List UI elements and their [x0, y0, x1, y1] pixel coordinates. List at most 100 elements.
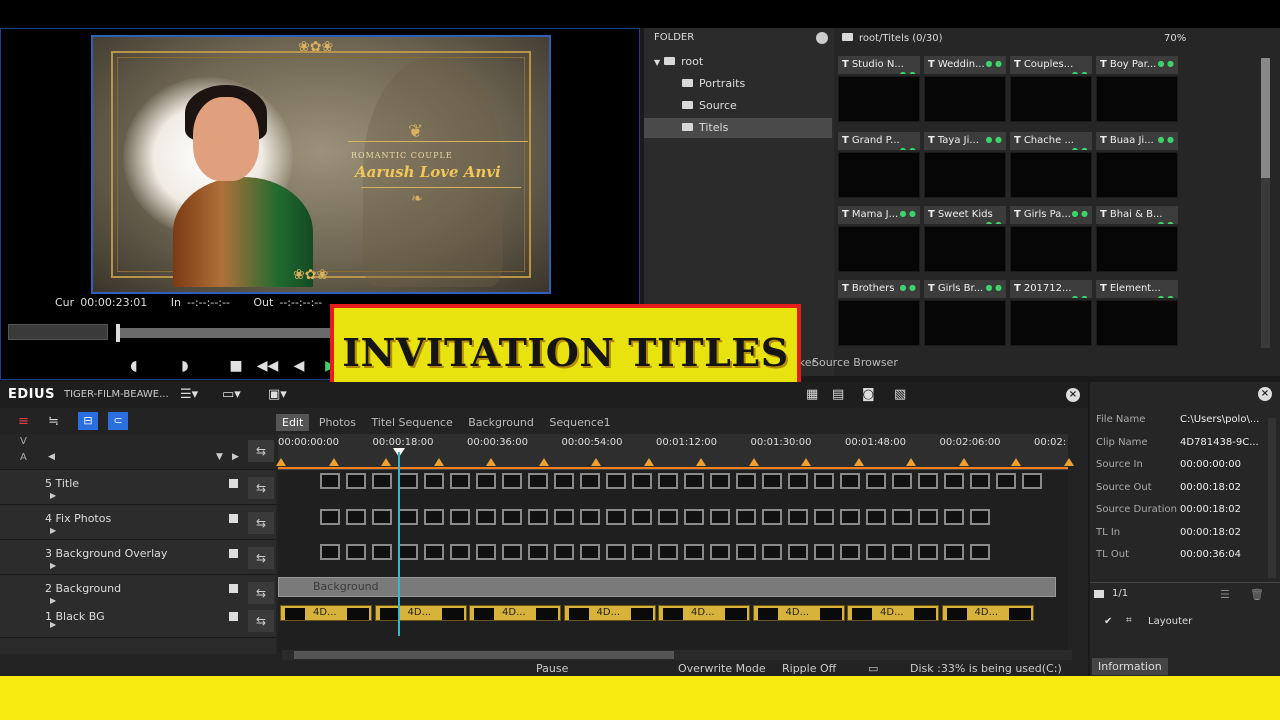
clip-marker[interactable] — [433, 458, 444, 466]
black-bg-clip[interactable]: 4D... — [941, 605, 1034, 621]
timeline-clip[interactable] — [398, 509, 418, 525]
black-bg-clip[interactable]: 4D... — [847, 605, 939, 621]
timeline-clip[interactable] — [372, 473, 392, 489]
capture-icon[interactable]: ◙ — [862, 387, 875, 402]
timeline-clip[interactable] — [736, 544, 756, 560]
track-head-fix-photos[interactable]: 4 Fix Photos ▶ ⇆ — [0, 506, 276, 540]
sync-toggle-icon[interactable]: ⇆ — [248, 512, 274, 534]
sync-icon[interactable]: ⊟ — [78, 412, 98, 430]
bin-clip[interactable]: TStudio N...● ● — [838, 56, 920, 126]
audio-mixer-icon[interactable]: ▤ — [832, 387, 844, 402]
bin-clip[interactable]: T Mama J... ● ● — [838, 206, 920, 276]
snap-icon[interactable]: ⊂ — [108, 412, 128, 430]
bin-clip[interactable]: T Brothers ● ● — [838, 280, 920, 350]
timeline-clip[interactable] — [346, 473, 366, 489]
render-icon[interactable]: ▧ — [894, 387, 906, 402]
timeline-clip[interactable] — [346, 509, 366, 525]
timeline-clip[interactable] — [970, 509, 990, 525]
timeline-clip[interactable] — [606, 544, 626, 560]
clip-marker[interactable] — [643, 458, 654, 466]
timeline-clip[interactable] — [658, 544, 678, 560]
clip-marker[interactable] — [276, 458, 286, 466]
bin-clip[interactable]: TGrand P...● ● — [838, 132, 920, 202]
timeline-clip[interactable] — [632, 509, 652, 525]
timeline-clip[interactable] — [372, 544, 392, 560]
ripple-icon[interactable]: ≒ — [48, 414, 59, 429]
timeline-clip[interactable] — [866, 544, 886, 560]
black-bg-clip[interactable]: 4D... — [280, 605, 372, 621]
sync-toggle-icon[interactable]: ⇆ — [248, 547, 274, 569]
tab-source-browser[interactable]: Source Browser — [812, 356, 898, 369]
timeline-clip[interactable] — [788, 544, 808, 560]
info-scrollbar[interactable] — [1268, 418, 1276, 578]
timeline-clip[interactable] — [918, 544, 938, 560]
tab-information[interactable]: Information — [1092, 658, 1168, 675]
timeline-clip[interactable] — [684, 473, 704, 489]
timeline-clip[interactable] — [554, 509, 574, 525]
track-lock[interactable] — [229, 549, 238, 558]
timeline-clip[interactable] — [346, 544, 366, 560]
timeline-clip[interactable] — [554, 544, 574, 560]
timeline-clip[interactable] — [788, 509, 808, 525]
bin-clip[interactable]: TElement...● ● — [1096, 280, 1178, 350]
bin-clip[interactable]: T Boy Par... ● ● — [1096, 56, 1178, 126]
tab-background[interactable]: Background — [462, 414, 540, 431]
timeline-clip[interactable] — [398, 473, 418, 489]
timeline-clip[interactable] — [788, 473, 808, 489]
timeline-clip[interactable] — [554, 473, 574, 489]
timeline-clip[interactable] — [814, 473, 834, 489]
bin-clip[interactable]: T Taya Ji... ● ● — [924, 132, 1006, 202]
track-lock[interactable] — [229, 479, 238, 488]
track-lock[interactable] — [229, 584, 238, 593]
timeline-clip[interactable] — [476, 509, 496, 525]
playhead-line[interactable] — [398, 452, 400, 636]
timeline-clip[interactable] — [320, 544, 340, 560]
track-head-bg-overlay[interactable]: 3 Background Overlay ▶ ⇆ — [0, 541, 276, 575]
timeline-clip[interactable] — [840, 509, 860, 525]
background-clip[interactable]: Background — [278, 577, 1056, 597]
mark-in-icon[interactable]: ◖ — [120, 358, 148, 378]
timeline-clip[interactable] — [970, 544, 990, 560]
timeline-clip[interactable] — [658, 473, 678, 489]
bin-clip[interactable]: T Buaa Ji... ● ● — [1096, 132, 1178, 202]
clip-marker[interactable] — [748, 458, 759, 466]
bin-scroll-thumb[interactable] — [1261, 58, 1270, 178]
tree-item-source[interactable]: Source — [682, 96, 834, 116]
mark-out-icon[interactable]: ◗ — [171, 358, 199, 378]
timeline-clip[interactable] — [476, 473, 496, 489]
timeline-clip[interactable] — [372, 509, 392, 525]
timeline-clip[interactable] — [970, 473, 990, 489]
timeline-clip[interactable] — [502, 473, 522, 489]
timeline-clip[interactable] — [606, 509, 626, 525]
timeline-clip[interactable] — [892, 473, 912, 489]
timeline-clip[interactable] — [320, 473, 340, 489]
timeline-clip[interactable] — [528, 473, 548, 489]
timeline-clip[interactable] — [398, 544, 418, 560]
caret-right-icon[interactable]: ▶ — [232, 452, 239, 462]
expand-icon[interactable]: ▶ — [50, 491, 56, 500]
check-icon[interactable]: ✔ — [1104, 616, 1112, 627]
expand-icon[interactable]: ▶ — [50, 620, 56, 629]
bin-clip[interactable]: TBhai & B...● ● — [1096, 206, 1178, 276]
timeline-clip[interactable] — [320, 509, 340, 525]
black-bg-clip[interactable]: 4D... — [752, 605, 845, 621]
save-icon[interactable]: ▣▾ — [268, 387, 287, 402]
clip-marker[interactable] — [1063, 458, 1074, 466]
timeline-clip[interactable] — [528, 544, 548, 560]
clip-marker[interactable] — [381, 458, 391, 466]
timeline-clip[interactable] — [632, 544, 652, 560]
scrub-handle[interactable] — [116, 324, 120, 342]
stop-icon[interactable]: ■ — [222, 358, 250, 378]
open-folder-icon[interactable]: ▭▾ — [222, 387, 241, 402]
track-lock[interactable] — [229, 514, 238, 523]
list-icon[interactable]: ☰ — [1220, 588, 1230, 601]
timeline-hscroll[interactable] — [282, 650, 1072, 660]
timeline-clip[interactable] — [450, 544, 470, 560]
expand-icon[interactable]: ▶ — [50, 561, 56, 570]
track-head-title[interactable]: 5 Title ▶ ⇆ — [0, 471, 276, 505]
sync-toggle-icon[interactable]: ⇆ — [248, 610, 274, 632]
tree-item-portraits[interactable]: Portraits — [682, 74, 834, 94]
timeline-clip[interactable] — [450, 473, 470, 489]
clip-marker[interactable] — [591, 458, 601, 466]
timeline-clip[interactable] — [476, 544, 496, 560]
